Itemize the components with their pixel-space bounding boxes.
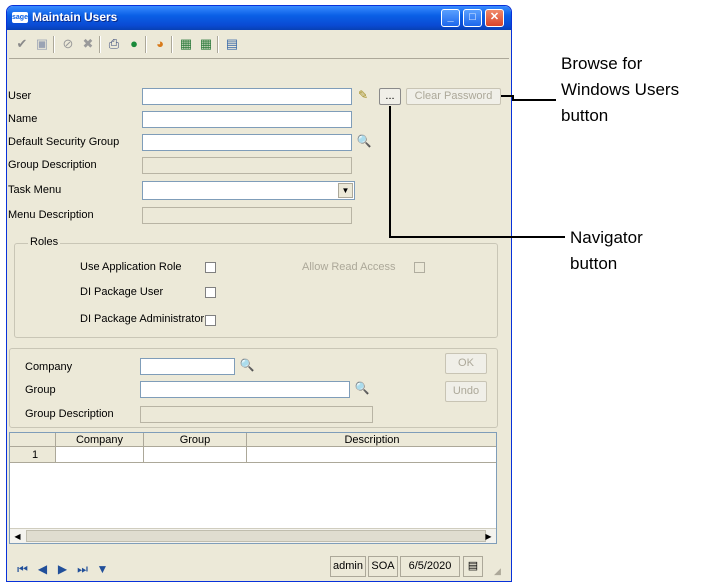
menu-description-field [142, 207, 352, 224]
status-user: admin [330, 556, 366, 577]
scrollbar-thumb[interactable] [26, 530, 486, 542]
group-label: Group [25, 384, 56, 396]
horizontal-scrollbar[interactable]: ◀ ▶ [10, 528, 496, 543]
di-package-user-label: DI Package User [80, 286, 164, 298]
close-button[interactable]: ✕ [485, 9, 504, 27]
cancel-icon[interactable]: ⊘ [59, 35, 77, 53]
print-icon[interactable]: ⎙ [105, 35, 123, 53]
table-row-number: 1 [10, 447, 56, 463]
column-header-description[interactable]: Description [247, 433, 496, 447]
search-icon[interactable]: 🔍 [356, 133, 372, 149]
grid-row-header [10, 433, 56, 447]
next-record-icon[interactable]: ▶ [54, 561, 71, 578]
lookup-user-icon[interactable]: ✎ [355, 87, 371, 103]
name-label: Name [8, 113, 38, 125]
palette-icon[interactable]: ◕ [151, 35, 169, 53]
toolbar-separator [171, 36, 173, 53]
delete-icon[interactable]: ✖ [79, 35, 97, 53]
di-package-administrator-checkbox[interactable] [205, 315, 216, 326]
company-group-grid[interactable]: Company Group Description 1 ◀ ▶ [9, 432, 497, 544]
callout-line [389, 236, 565, 238]
roles-title: Roles [28, 236, 61, 248]
status-company: SOA [368, 556, 398, 577]
group-description-field [140, 406, 373, 423]
table-cell-company[interactable] [56, 447, 144, 463]
column-header-group[interactable]: Group [144, 433, 247, 447]
column-header-company[interactable]: Company [56, 433, 144, 447]
minimize-button[interactable]: _ [441, 9, 460, 27]
callout-line [512, 99, 556, 101]
help-icon[interactable]: ● [125, 35, 143, 53]
use-application-role-checkbox[interactable] [205, 262, 216, 273]
first-record-icon[interactable]: ⏮ [14, 561, 31, 578]
scroll-left-icon[interactable]: ◀ [11, 530, 24, 543]
maximize-button[interactable]: □ [463, 9, 482, 27]
callout-browse-line3: button [561, 106, 609, 125]
group-description-label: Group Description [8, 159, 97, 171]
last-record-icon[interactable]: ⏭ [74, 561, 91, 578]
callout-line [389, 106, 391, 238]
default-security-group-label: Default Security Group [8, 136, 120, 148]
toolbar-separator [217, 36, 219, 53]
di-package-administrator-label: DI Package Administrator [80, 313, 205, 325]
ok-button[interactable]: OK [445, 353, 487, 374]
table-cell-group[interactable] [144, 447, 247, 463]
callout-browse-line2: Windows Users [561, 80, 680, 99]
previous-record-icon[interactable]: ◀ [34, 561, 51, 578]
chevron-down-icon[interactable]: ▼ [338, 183, 353, 198]
di-package-user-checkbox[interactable] [205, 287, 216, 298]
calculator-icon[interactable]: ▤ [463, 556, 483, 577]
import-icon[interactable]: ▦ [197, 35, 215, 53]
toolbar-separator [53, 36, 55, 53]
menu-description-label: Menu Description [8, 209, 94, 221]
task-menu-select[interactable]: ▼ [142, 181, 355, 200]
company-input[interactable] [140, 358, 235, 375]
title-bar[interactable]: sage Maintain Users _ □ ✕ [7, 6, 511, 30]
group-description-field [142, 157, 352, 174]
callout-navigator-line2: button [570, 254, 618, 273]
group-input[interactable] [140, 381, 350, 398]
filter-icon[interactable]: ▼ [94, 561, 111, 578]
user-input[interactable] [142, 88, 352, 105]
user-label: User [8, 90, 32, 102]
default-security-group-input[interactable] [142, 134, 352, 151]
allow-read-access-checkbox[interactable] [414, 262, 425, 273]
clear-password-button[interactable]: Clear Password [406, 88, 501, 105]
undo-button[interactable]: Undo [445, 381, 487, 402]
search-icon[interactable]: 🔍 [239, 357, 255, 373]
sage-logo-icon: sage [12, 12, 28, 23]
allow-read-access-label: Allow Read Access [302, 261, 396, 273]
task-menu-label: Task Menu [8, 184, 62, 196]
scroll-right-icon[interactable]: ▶ [482, 530, 495, 543]
company-label: Company [25, 361, 73, 373]
table-cell-description[interactable] [247, 447, 496, 463]
resize-grip-icon[interactable]: ◢ [494, 566, 506, 578]
window-title: Maintain Users [32, 10, 118, 24]
export-icon[interactable]: ▦ [177, 35, 195, 53]
callout-browse-line1: Browse for [561, 54, 643, 73]
browse-windows-users-button[interactable]: ... [379, 88, 401, 105]
save-icon[interactable]: ▣ [33, 35, 51, 53]
name-input[interactable] [142, 111, 352, 128]
toolbar-separator [145, 36, 147, 53]
accept-icon[interactable]: ✔ [13, 35, 31, 53]
group-description-label: Group Description [25, 408, 114, 420]
toolbar-separator [99, 36, 101, 53]
use-application-role-label: Use Application Role [80, 261, 182, 273]
document-icon[interactable]: ▤ [223, 35, 241, 53]
search-icon[interactable]: 🔍 [354, 380, 370, 396]
callout-navigator-line1: Navigator [570, 228, 643, 247]
toolbar: ✔ ▣ ⊘ ✖ ⎙ ● ◕ ▦ ▦ ▤ [9, 32, 509, 59]
status-date: 6/5/2020 [400, 556, 460, 577]
